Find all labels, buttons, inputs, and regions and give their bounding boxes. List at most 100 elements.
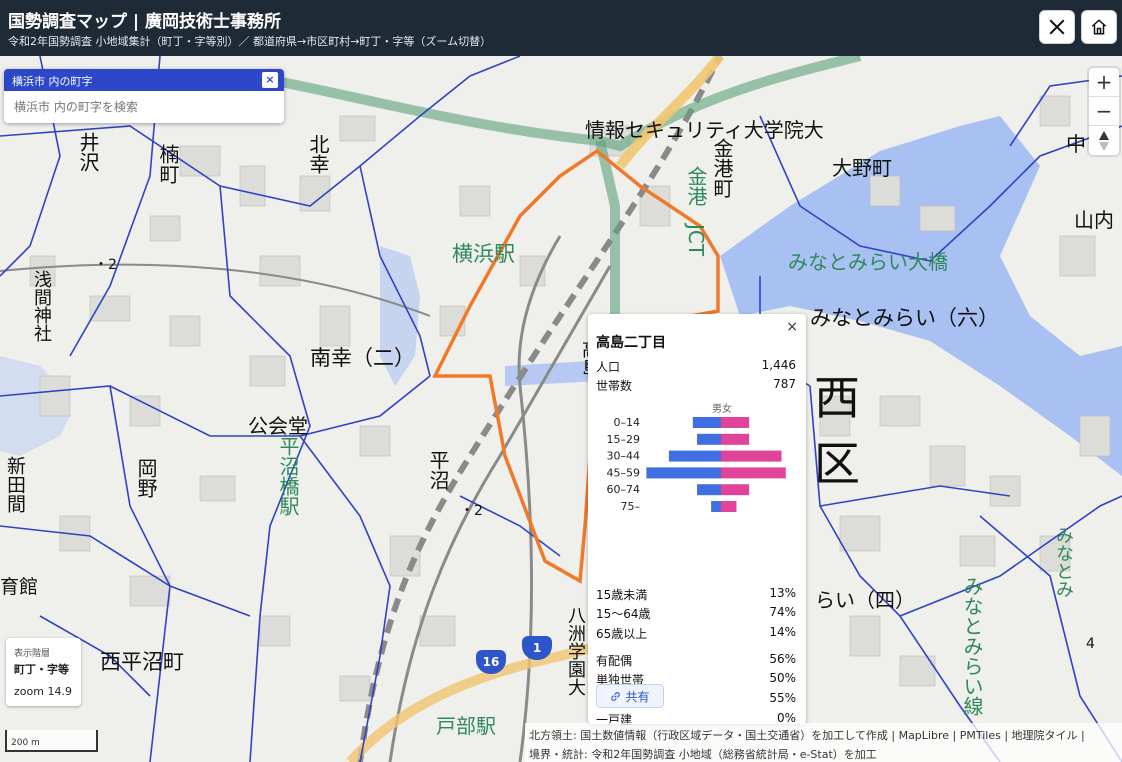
search-panel: 横浜市 内の町字 × bbox=[4, 69, 284, 123]
population-pyramid: 0–14 15–29 30–44 45–59 60–74 75– bbox=[607, 416, 786, 513]
map-label: 公会堂 bbox=[248, 414, 308, 438]
link-icon bbox=[611, 691, 621, 701]
map-label: 金港 bbox=[684, 166, 708, 206]
search-input[interactable] bbox=[4, 91, 284, 123]
map-canvas[interactable]: 情報セキュリティ大学院大 大野町 山内 中 横浜駅 みなとみらい大橋 みなとみら… bbox=[0, 56, 1122, 762]
map-label: 浅間神社 bbox=[31, 270, 52, 342]
map-label: 井沢 bbox=[76, 132, 100, 172]
map-label: ・2 bbox=[94, 257, 117, 273]
map-label: 西 bbox=[814, 371, 860, 425]
stat-value: 56% bbox=[769, 652, 796, 666]
stat-label: 15歳未満 bbox=[596, 588, 648, 602]
map-label: みなとみらい（六） bbox=[810, 306, 999, 330]
map-label: 育館 bbox=[0, 576, 39, 598]
search-panel-header: 横浜市 内の町字 × bbox=[4, 69, 284, 91]
maplibre-link[interactable]: MapLibre bbox=[899, 729, 949, 742]
zoom-in-button[interactable]: + bbox=[1089, 68, 1119, 97]
pyramid-male-bar bbox=[697, 433, 721, 445]
share-label: 共有 bbox=[625, 689, 650, 704]
map-label: 区 bbox=[814, 437, 860, 491]
pyramid-male-bar bbox=[711, 501, 721, 512]
app-header: 国勢調査マップ | 廣岡技術士事務所 令和2年国勢調査 小地域集計（町丁・字等別… bbox=[0, 0, 1122, 56]
map-label: 情報セキュリティ大学院大 bbox=[585, 118, 824, 142]
pyramid-age-label: 0–14 bbox=[614, 416, 641, 429]
pyramid-female-bar bbox=[721, 417, 750, 428]
home-icon bbox=[1091, 19, 1107, 35]
search-panel-title: 横浜市 内の町字 bbox=[12, 75, 93, 88]
stat-value: 13% bbox=[769, 586, 796, 600]
stat-label: 15〜64歳 bbox=[596, 607, 651, 621]
stat-value: 50% bbox=[769, 671, 796, 685]
map-label: 新田間 bbox=[4, 456, 26, 513]
pyramid-male-bar bbox=[668, 450, 721, 462]
attribution-separator: | bbox=[949, 729, 960, 742]
map-label: 山内 bbox=[1074, 208, 1114, 232]
pyramid-age-label: 30–44 bbox=[607, 450, 641, 463]
map-label: 戸部駅 bbox=[436, 714, 496, 738]
gsi-link[interactable]: 地理院タイル bbox=[1012, 729, 1078, 742]
area-popup: × 高島二丁目 人口 1,446 世帯数 787 男女 0–14 15–29 30–… bbox=[588, 314, 806, 727]
map-label: 南幸（二） bbox=[310, 346, 415, 370]
compass-button[interactable] bbox=[1089, 126, 1119, 155]
map-label: 大野町 bbox=[832, 156, 892, 180]
attribution-text: 北方領土: 国土数値情報（行政区域データ・国土交通省）を加工して作成 | bbox=[529, 729, 899, 742]
level-title: 表示階層 bbox=[14, 649, 51, 659]
map-label: 金港町 bbox=[710, 138, 734, 198]
map-label: みなとみ bbox=[1053, 526, 1074, 598]
attribution-separator: | bbox=[1000, 729, 1012, 742]
x-logo-icon bbox=[1049, 19, 1065, 35]
stat-value: 74% bbox=[769, 605, 796, 619]
home-button[interactable] bbox=[1081, 10, 1117, 44]
pmtiles-link[interactable]: PMTiles bbox=[960, 729, 1001, 742]
level-value: 町丁・字等 bbox=[14, 663, 69, 676]
pyramid-female-bar bbox=[721, 501, 737, 512]
pyramid-age-label: 15–29 bbox=[607, 433, 641, 446]
attribution-line-1: 北方領土: 国土数値情報（行政区域データ・国土交通省）を加工して作成 | Map… bbox=[529, 726, 1118, 745]
map-label: 4 bbox=[1086, 636, 1095, 652]
popup-stat-row: 15歳未満 13% bbox=[596, 586, 796, 603]
map-label: 八洲学園大 bbox=[565, 606, 586, 696]
pyramid-female-bar bbox=[721, 467, 786, 479]
map-label: 中 bbox=[1066, 132, 1086, 156]
attribution-line-2: 境界・統計: 令和2年国勢調査 小地域（総務省統計局・e-Stat）を加工 bbox=[529, 748, 877, 761]
pyramid-female-bar bbox=[721, 450, 782, 462]
map-label: ・2 bbox=[460, 503, 483, 519]
popup-stat-row: 有配偶 56% bbox=[596, 652, 796, 669]
app-title: 国勢調査マップ | 廣岡技術士事務所 bbox=[8, 12, 282, 32]
popup-stat-row: 65歳以上 14% bbox=[596, 625, 796, 642]
map-label: 西平沼町 bbox=[100, 650, 184, 674]
x-share-button[interactable] bbox=[1039, 10, 1075, 44]
map-label: JCT bbox=[684, 224, 708, 257]
zoom-level: zoom 14.9 bbox=[14, 685, 72, 698]
stat-value: 55% bbox=[769, 691, 796, 705]
attribution-separator: | bbox=[1077, 729, 1085, 742]
map-label: らい（四） bbox=[815, 588, 915, 612]
map-label: 横浜駅 bbox=[452, 242, 515, 266]
app-subtitle: 令和2年国勢調査 小地域集計（町丁・字等別）／ 都道府県→市区町村→町丁・字等（… bbox=[8, 35, 492, 48]
map-label: 平沼 bbox=[426, 450, 450, 490]
popup-stat-row: 15〜64歳 74% bbox=[596, 605, 796, 622]
zoom-out-button[interactable]: − bbox=[1089, 97, 1119, 126]
stat-label: 65歳以上 bbox=[596, 627, 648, 641]
stat-value: 14% bbox=[769, 625, 796, 639]
map-label: 北幸 bbox=[306, 134, 330, 174]
map-label: 平沼橋駅 bbox=[276, 436, 300, 516]
pyramid-male-bar bbox=[646, 467, 721, 479]
level-indicator: 表示階層 町丁・字等 zoom 14.9 bbox=[6, 638, 81, 706]
pyramid-age-label: 60–74 bbox=[607, 483, 641, 496]
pyramid-age-label: 45–59 bbox=[607, 466, 641, 479]
share-button[interactable]: 共有 bbox=[596, 684, 664, 708]
compass-icon bbox=[1099, 130, 1109, 151]
attribution: 北方領土: 国土数値情報（行政区域データ・国土交通省）を加工して作成 | Map… bbox=[525, 723, 1122, 762]
map-label: 岡野 bbox=[134, 458, 158, 498]
map-label: みなとみらい大橋 bbox=[788, 250, 948, 274]
pyramid-female-bar bbox=[721, 484, 750, 496]
scale-bar: 200 m bbox=[5, 730, 98, 752]
pyramid-male-bar bbox=[697, 484, 721, 496]
map-label: みなとみらい線 bbox=[960, 576, 984, 716]
map-label: 楠町 bbox=[156, 144, 180, 184]
stat-label: 有配偶 bbox=[596, 654, 633, 668]
zoom-controls: + − bbox=[1089, 68, 1119, 155]
close-icon[interactable]: × bbox=[262, 72, 278, 88]
pyramid-male-bar bbox=[692, 417, 721, 428]
